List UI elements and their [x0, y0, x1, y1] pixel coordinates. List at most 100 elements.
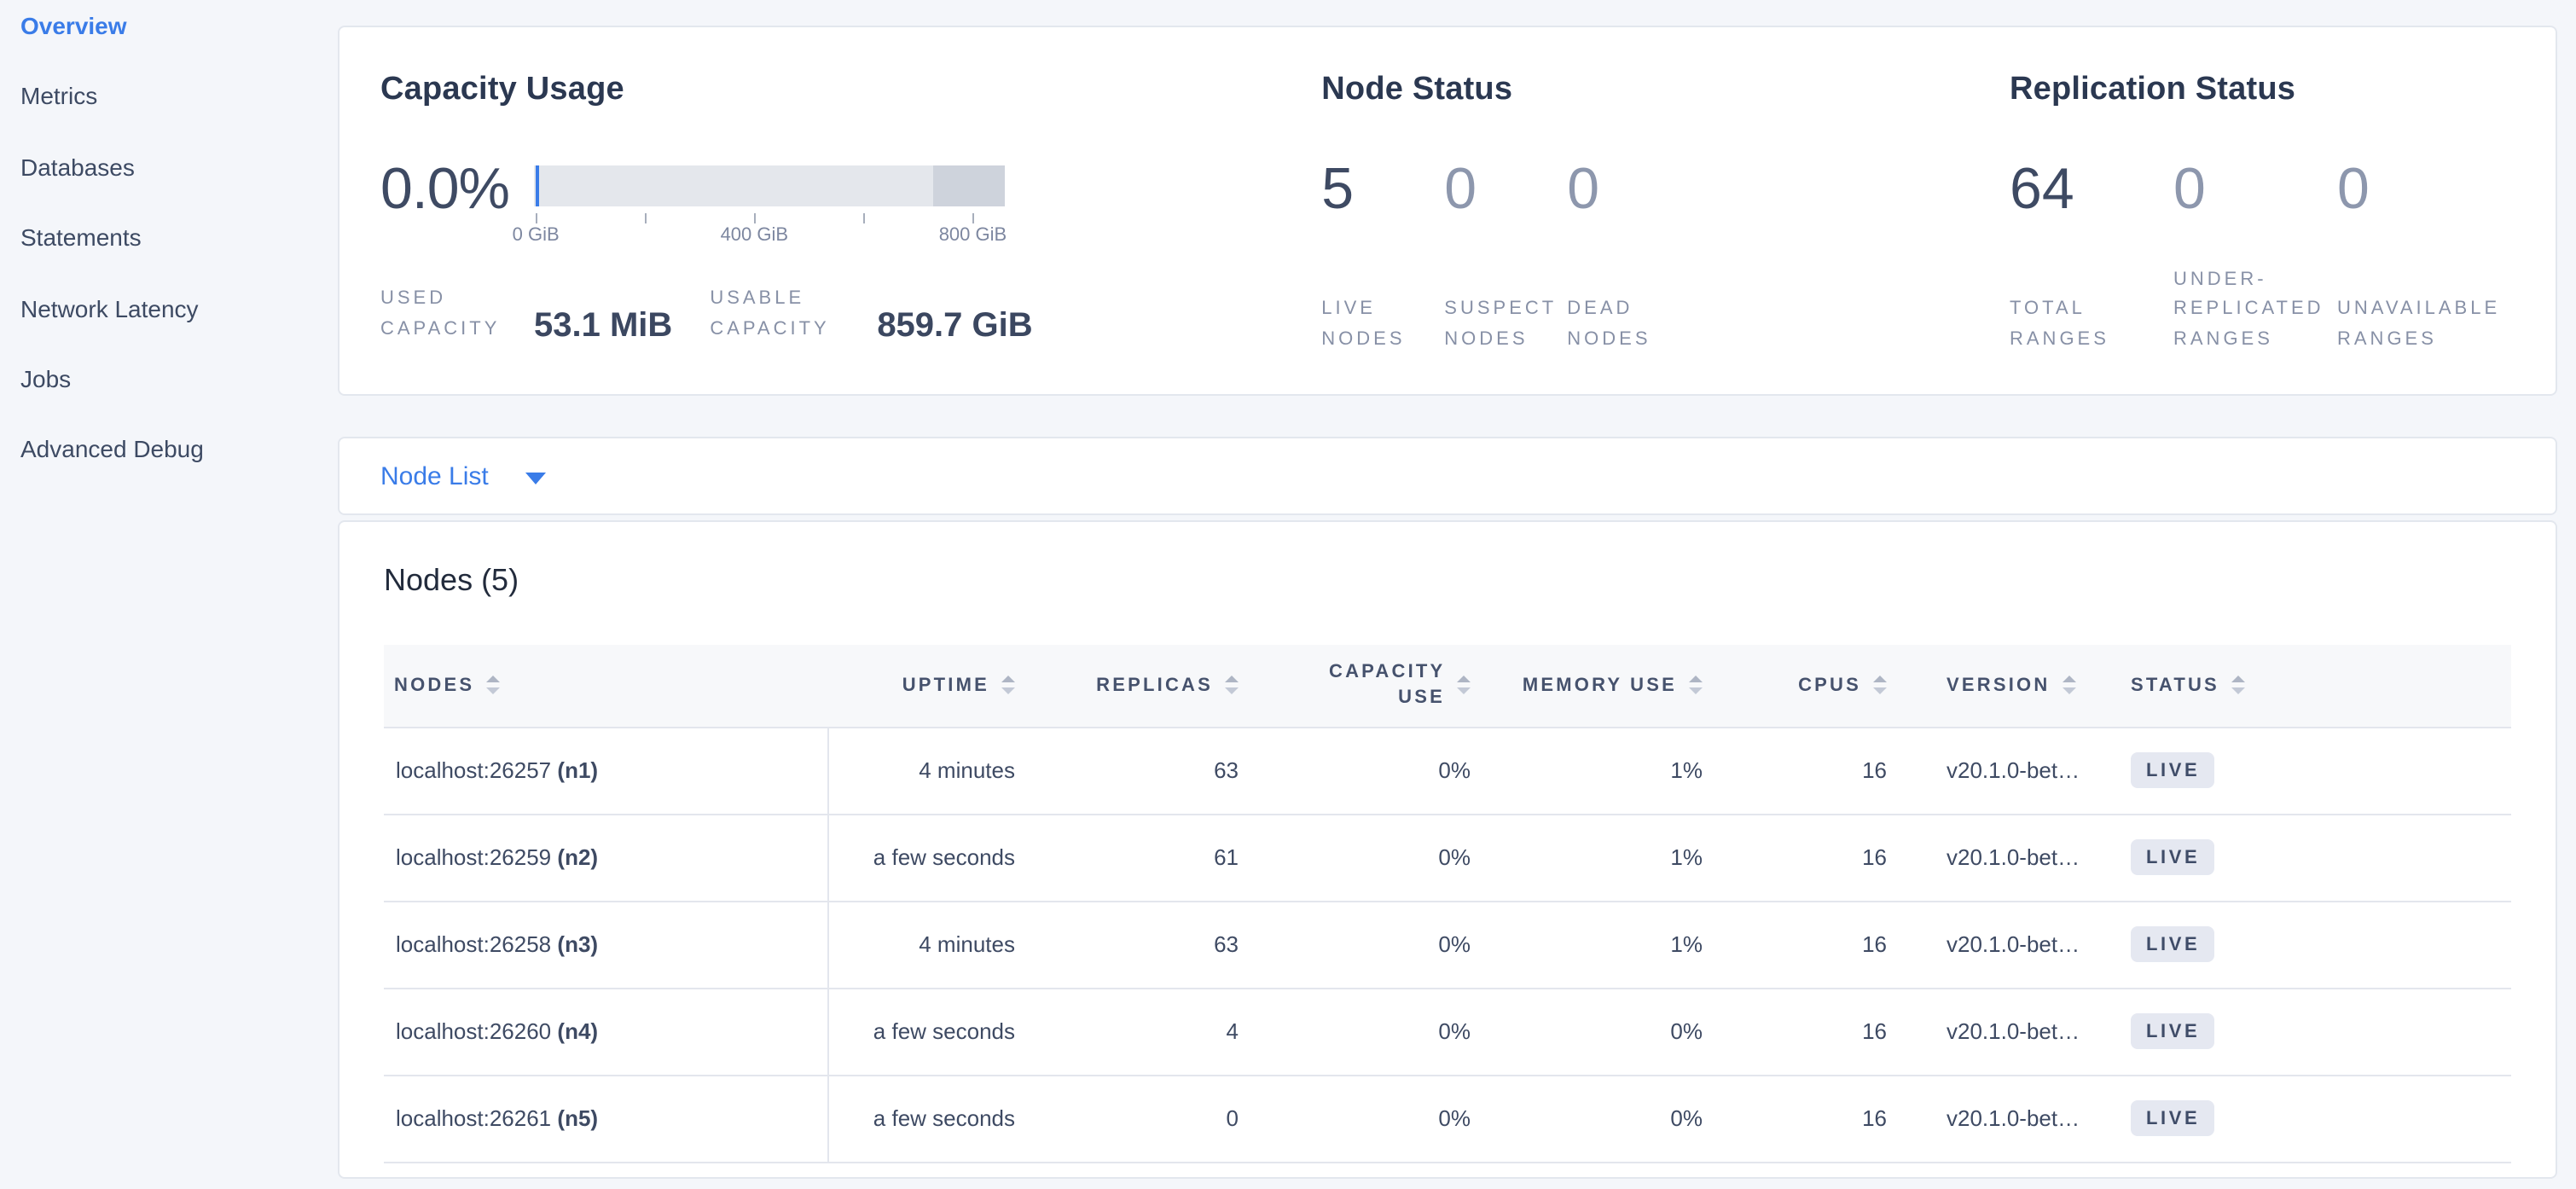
node-address: localhost:26261 — [396, 1105, 551, 1131]
table-row-node-5[interactable]: localhost:26261 (n5) a few seconds 0 0% … — [384, 1075, 2511, 1162]
column-header-replicas[interactable]: REPLICAS — [1036, 645, 1254, 727]
table-row-node-1[interactable]: localhost:26257 (n1) 4 minutes 63 0% 1% … — [384, 727, 2511, 814]
node-replicas: 0 — [1036, 1075, 1254, 1162]
sidebar-item-jobs[interactable]: Jobs — [0, 365, 338, 436]
sort-icon[interactable] — [2062, 676, 2075, 695]
live-nodes-value: 5 — [1321, 155, 1444, 223]
node-uptime: 4 minutes — [827, 727, 1036, 814]
sidebar-item-overview[interactable]: Overview — [0, 12, 338, 83]
unavailable-ranges-value: 0 — [2337, 155, 2515, 223]
nodes-section-heading: Nodes (5) — [384, 560, 2511, 600]
sort-icon[interactable] — [2231, 676, 2245, 695]
used-capacity-label: USED CAPACITY — [380, 285, 517, 345]
capacity-stats: USED CAPACITY 53.1 MiB USABLE CAPACITY 8… — [380, 285, 1321, 345]
node-capacity-use: 0% — [1254, 901, 1493, 988]
sort-icon[interactable] — [1873, 676, 1887, 695]
column-header-label: NODES — [394, 676, 474, 696]
sidebar-item-network-latency[interactable]: Network Latency — [0, 294, 338, 365]
node-address: localhost:26260 — [396, 1018, 551, 1044]
unavailable-ranges-stat: 0 UNAVAILABLE RANGES — [2337, 155, 2515, 355]
node-capacity-use: 0% — [1254, 727, 1493, 814]
gauge-tick — [754, 213, 756, 223]
node-version: v20.1.0-bet… — [1906, 1075, 2107, 1162]
gauge-axis-label: 400 GiB — [721, 225, 789, 246]
table-row-node-4[interactable]: localhost:26260 (n4) a few seconds 4 0% … — [384, 988, 2511, 1075]
sidebar-item-metrics[interactable]: Metrics — [0, 83, 338, 154]
suspect-nodes-value: 0 — [1444, 155, 1567, 223]
sidebar-item-databases[interactable]: Databases — [0, 154, 338, 224]
nodes-table: NODES UPTIME REPLICAS CAPACITY USE — [384, 645, 2511, 1163]
cluster-overview-page: Overview Metrics Databases Statements Ne… — [0, 0, 2576, 1189]
sort-icon[interactable] — [1457, 676, 1471, 695]
column-header-status[interactable]: STATUS — [2107, 645, 2511, 727]
node-capacity-use: 0% — [1254, 988, 1493, 1075]
node-list-dropdown[interactable]: Node List — [380, 461, 547, 490]
gauge-tick — [972, 213, 974, 223]
capacity-gauge-dark-segment — [933, 165, 1005, 206]
node-id: (n1) — [557, 757, 598, 783]
under-replicated-ranges-stat: 0 UNDER-REPLICATED RANGES — [2173, 155, 2337, 355]
gauge-tick — [863, 213, 865, 223]
usable-capacity-label: USABLE CAPACITY — [710, 285, 860, 345]
total-ranges-label: TOTAL RANGES — [2010, 295, 2132, 355]
node-uptime: 4 minutes — [827, 901, 1036, 988]
status-badge: LIVE — [2131, 926, 2213, 962]
node-version: v20.1.0-bet… — [1906, 988, 2107, 1075]
node-memory-use: 1% — [1493, 901, 1718, 988]
gauge-tick — [645, 213, 647, 223]
sort-icon[interactable] — [1001, 676, 1015, 695]
capacity-gauge-bar — [534, 165, 1005, 206]
under-replicated-ranges-label: UNDER-REPLICATED RANGES — [2173, 265, 2324, 355]
table-row-node-2[interactable]: localhost:26259 (n2) a few seconds 61 0%… — [384, 814, 2511, 901]
main-content: Capacity Usage 0.0% — [338, 0, 2557, 1178]
node-cpus: 16 — [1718, 901, 1906, 988]
capacity-gauge-row: 0.0% — [380, 155, 1321, 254]
column-header-label: UPTIME — [902, 676, 989, 696]
used-capacity-value: 53.1 MiB — [534, 307, 672, 345]
total-ranges-stat: 64 TOTAL RANGES — [2010, 155, 2173, 355]
gauge-tick — [536, 213, 537, 223]
column-header-memory-use[interactable]: MEMORY USE — [1493, 645, 1718, 727]
node-id: (n3) — [557, 931, 598, 957]
sort-icon[interactable] — [486, 676, 500, 695]
node-uptime: a few seconds — [827, 988, 1036, 1075]
node-cpus: 16 — [1718, 988, 1906, 1075]
capacity-percent-value: 0.0% — [380, 155, 513, 223]
under-replicated-ranges-value: 0 — [2173, 155, 2337, 223]
column-header-uptime[interactable]: UPTIME — [827, 645, 1036, 727]
live-nodes-stat: 5 LIVE NODES — [1321, 155, 1444, 355]
table-row-node-3[interactable]: localhost:26258 (n3) 4 minutes 63 0% 1% … — [384, 901, 2511, 988]
column-header-nodes[interactable]: NODES — [384, 645, 827, 727]
node-status-title: Node Status — [1321, 72, 2010, 109]
status-badge: LIVE — [2131, 1100, 2213, 1136]
node-memory-use: 1% — [1493, 814, 1718, 901]
node-cpus: 16 — [1718, 814, 1906, 901]
node-id: (n5) — [557, 1105, 598, 1131]
node-address: localhost:26259 — [396, 844, 551, 870]
status-badge: LIVE — [2131, 1013, 2213, 1049]
node-memory-use: 0% — [1493, 1075, 1718, 1162]
column-header-capacity-use[interactable]: CAPACITY USE — [1254, 645, 1493, 727]
sidebar-item-statements[interactable]: Statements — [0, 223, 338, 294]
node-uptime: a few seconds — [827, 1075, 1036, 1162]
column-header-label: VERSION — [1947, 676, 2050, 696]
column-header-version[interactable]: VERSION — [1906, 645, 2107, 727]
node-status-section: Node Status 5 LIVE NODES 0 SUSPECT NODES… — [1321, 72, 2010, 367]
sort-icon[interactable] — [1225, 676, 1239, 695]
column-header-cpus[interactable]: CPUS — [1718, 645, 1906, 727]
node-list-dropdown-label: Node List — [380, 461, 489, 490]
column-header-label: REPLICAS — [1096, 676, 1213, 696]
sidebar: Overview Metrics Databases Statements Ne… — [0, 0, 338, 1189]
sort-icon[interactable] — [1689, 676, 1703, 695]
cluster-summary-card: Capacity Usage 0.0% — [338, 26, 2557, 396]
nodes-table-card: Nodes (5) NODES UPTIME — [338, 520, 2557, 1178]
gauge-axis-label: 800 GiB — [939, 225, 1007, 246]
sidebar-item-advanced-debug[interactable]: Advanced Debug — [0, 436, 338, 507]
node-cpus: 16 — [1718, 727, 1906, 814]
node-memory-use: 0% — [1493, 988, 1718, 1075]
node-replicas: 61 — [1036, 814, 1254, 901]
replication-status-section: Replication Status 64 TOTAL RANGES 0 UND… — [2010, 72, 2515, 367]
node-version: v20.1.0-bet… — [1906, 814, 2107, 901]
capacity-gauge-used-marker — [536, 165, 539, 206]
node-id: (n4) — [557, 1018, 598, 1044]
